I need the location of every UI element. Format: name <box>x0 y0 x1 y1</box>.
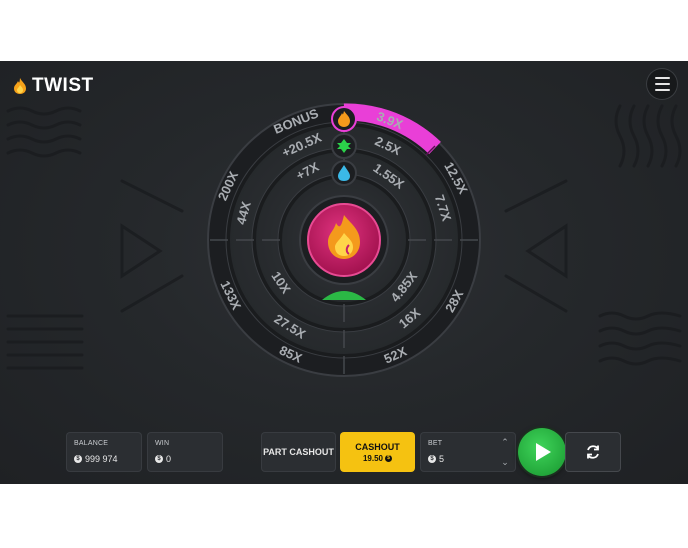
balance-value: 999 974 <box>85 454 118 464</box>
chevron-up-icon[interactable]: ⌃ <box>494 432 516 452</box>
win-label: WIN <box>155 440 170 447</box>
menu-line-icon <box>654 77 670 79</box>
bet-box: BET $ 5 ⌃ ⌄ <box>420 432 516 472</box>
balance-box: BALANCE $ 999 974 <box>66 432 142 472</box>
bet-stepper: ⌃ ⌄ <box>494 432 516 472</box>
twist-wheel: BONUS 3.9X12.5X28X52X85X133X200X+20.5X 2.5… <box>207 103 481 377</box>
logo: TWIST <box>12 75 94 97</box>
balance-label: BALANCE <box>74 440 109 447</box>
menu-line-icon <box>654 83 670 85</box>
flame-logo-icon <box>14 78 26 94</box>
cashout-button[interactable]: CASHOUT 19.50 $ <box>340 432 415 472</box>
game-area: TWIST BONUS 3.9X 12.5X 28X 52X 85X 133X … <box>0 61 688 484</box>
chevron-down-icon[interactable]: ⌄ <box>494 452 516 472</box>
auto-play-button[interactable] <box>565 432 621 472</box>
win-box: WIN $ 0 <box>147 432 223 472</box>
coin-icon: $ <box>155 455 163 463</box>
cashout-label: CASHOUT <box>355 442 400 452</box>
bet-label: BET <box>428 440 443 447</box>
menu-button[interactable] <box>647 69 677 99</box>
play-icon <box>536 443 551 461</box>
logo-text: TWIST <box>32 75 94 96</box>
coin-icon: $ <box>428 455 436 463</box>
play-button[interactable] <box>518 428 566 476</box>
bet-value-input[interactable]: 5 <box>439 454 444 464</box>
coin-icon: $ <box>74 455 82 463</box>
refresh-icon <box>587 445 599 459</box>
win-value: 0 <box>166 454 172 464</box>
part-cashout-button[interactable]: PART CASHOUT <box>261 432 336 472</box>
menu-line-icon <box>654 89 670 91</box>
cashout-value: 19.50 <box>362 454 384 463</box>
coin-icon: $ <box>385 455 393 462</box>
